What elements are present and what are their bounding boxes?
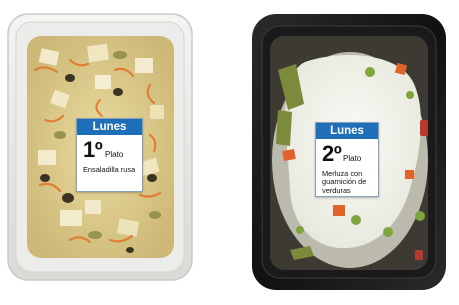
- label-day: Lunes: [316, 123, 378, 139]
- dish-name: Ensaladilla rusa: [83, 165, 136, 174]
- course-number: 1º: [83, 137, 103, 162]
- course-word: Plato: [105, 150, 124, 159]
- course-number: 2º: [322, 141, 342, 166]
- course-number-row: 1º Plato: [77, 138, 142, 162]
- course-word: Plato: [343, 154, 362, 163]
- meal-trays-photo: [7, 13, 446, 290]
- course-number-row: 2º Plato: [316, 142, 378, 166]
- dish-name: Merluza con guarnición de verduras: [322, 169, 367, 195]
- right-dish-label: Lunes 2º Plato Merluza con guarnición de…: [315, 122, 379, 197]
- left-dish-label: Lunes 1º Plato Ensaladilla rusa: [76, 118, 143, 192]
- label-day: Lunes: [77, 119, 142, 135]
